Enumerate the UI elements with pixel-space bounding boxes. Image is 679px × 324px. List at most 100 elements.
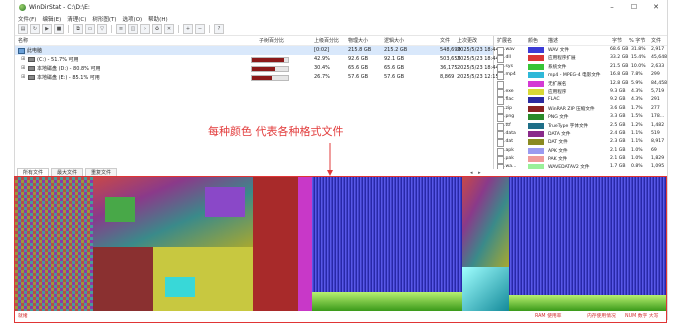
ext-cell-percent: 5.9%: [631, 80, 643, 86]
ext-row[interactable]: .png PNG 文件 3.3 GB 1.5% 178...: [494, 113, 667, 123]
expand-toggle-icon[interactable]: ⊞: [21, 65, 25, 71]
toolbar-separator: [178, 25, 179, 33]
ext-cell-files: 519: [651, 130, 660, 136]
ext-color-swatch: [528, 114, 544, 121]
ext-cell-desc: 应用程序扩展: [548, 56, 576, 62]
col-bytes-percent[interactable]: % 字节: [629, 37, 645, 44]
treemap-block-e-green: [509, 295, 667, 311]
menu-edit[interactable]: 编辑(E): [42, 15, 61, 23]
tree-cell-percent: 26.7%: [314, 74, 330, 80]
ext-row[interactable]: .wav WAV 文件 68.6 GB 31.8% 2,917: [494, 46, 667, 55]
menu-bar: 文件(F) 编辑(E) 清理(C) 树形图(T) 选项(O) 帮助(H): [15, 14, 667, 23]
stop-icon[interactable]: ■: [54, 24, 64, 34]
menu-options[interactable]: 选项(O): [123, 15, 143, 23]
subtree-percent-bar-fill: [252, 67, 275, 71]
col-modified[interactable]: 上次更改: [457, 37, 477, 44]
col-name[interactable]: 名称: [18, 37, 28, 44]
ext-cell-desc: WinRAR ZIP 压缩文件: [548, 106, 595, 112]
col-percent[interactable]: 上级百分比: [314, 37, 339, 44]
tree-row-label: 本地磁盘 (E:) - 85.1% 可用: [28, 74, 100, 81]
status-keys: NUM 数字 大写: [625, 314, 659, 319]
treemap[interactable]: [15, 177, 667, 311]
tree-cell-modified: 2025/5/23 18:44: [457, 56, 499, 62]
col-logical[interactable]: 逻辑大小: [384, 37, 404, 44]
tab-largest-files[interactable]: 最大文件: [51, 168, 84, 177]
ext-row[interactable]: .dat DAT 文件 2.3 GB 1.1% 8,917: [494, 138, 667, 148]
col-files[interactable]: 文件: [440, 37, 450, 44]
play-icon[interactable]: ▶: [42, 24, 52, 34]
ext-cell-ext: .png: [504, 114, 515, 120]
zoom-in-icon[interactable]: +: [183, 24, 193, 34]
tree-row[interactable]: ⊞ 本地磁盘 (D:) - 80.8% 可用 30.4% 65.6 GB 65.6 GB…: [15, 64, 499, 73]
tree-cell-logical: 92.1 GB: [384, 56, 405, 62]
tree-cell-percent: [0:02]: [314, 47, 330, 53]
ext-row[interactable]: .data DATA 文件 2.4 GB 1.1% 519: [494, 130, 667, 139]
refresh-icon[interactable]: ↻: [30, 24, 40, 34]
tree-cell-logical: 57.6 GB: [384, 74, 405, 80]
close-button[interactable]: ✕: [645, 3, 667, 11]
tree-row[interactable]: ⊞ 本地磁盘 (E:) - 85.1% 可用 26.7% 57.6 GB 57.6 GB…: [15, 73, 499, 82]
folder-icon[interactable]: ▭: [85, 24, 95, 34]
col-physical[interactable]: 物理大小: [348, 37, 368, 44]
ext-cell-desc: FLAC: [548, 97, 560, 103]
ext-cell-files: 8,917: [651, 139, 665, 145]
ext-row[interactable]: .flac FLAC 9.2 GB 4.3% 291: [494, 96, 667, 106]
copy-icon[interactable]: ⧉: [73, 24, 83, 34]
expand-toggle-icon[interactable]: ⊞: [21, 74, 25, 80]
ext-cell-percent: 0.8%: [631, 164, 643, 169]
col-ext[interactable]: 扩展名: [497, 37, 512, 44]
ext-cell-desc: DAT 文件: [548, 140, 568, 146]
ext-row[interactable]: .ttf TrueType 字体文件 2.5 GB 1.2% 1,482: [494, 122, 667, 131]
ext-cell-bytes: 21.5 GB: [610, 63, 629, 69]
ext-row[interactable]: .zip WinRAR ZIP 压缩文件 3.6 GB 1.7% 277: [494, 105, 667, 114]
tree-row[interactable]: 此电脑 [0:02] 215.8 GB 215.2 GB 548,699 2025/5/2…: [15, 46, 499, 55]
ext-row[interactable]: .dll 应用程序扩展 33.2 GB 15.4% 45,648: [494, 54, 667, 64]
tab-all-files[interactable]: 所有文件: [17, 168, 50, 177]
menu-cleanup[interactable]: 清理(C): [67, 15, 86, 23]
ext-row[interactable]: .exe 应用程序 9.3 GB 4.3% 5,719: [494, 88, 667, 97]
ext-row[interactable]: .wa... WAVEDATAV2 文件 1.7 GB 0.8% 1,095: [494, 163, 667, 169]
explorer-icon[interactable]: ◫: [128, 24, 138, 34]
ext-row[interactable]: .pak PAK 文件 2.1 GB 1.0% 1,829: [494, 155, 667, 165]
delete-icon[interactable]: ✕: [164, 24, 174, 34]
ext-cell-desc: DATA 文件: [548, 131, 571, 137]
tree-cell-logical: 65.6 GB: [384, 65, 405, 71]
tab-scroll-arrows[interactable]: ◂ ▸: [470, 170, 483, 176]
ext-cell-files: 1,482: [651, 122, 665, 128]
maximize-button[interactable]: ☐: [623, 3, 645, 11]
ext-cell-percent: 15.4%: [631, 55, 646, 61]
ext-cell-files: 1,095: [651, 164, 665, 169]
ext-cell-desc: PAK 文件: [548, 157, 568, 163]
cmd-icon[interactable]: ›: [140, 24, 150, 34]
minimize-button[interactable]: –: [601, 3, 623, 11]
expand-toggle-icon[interactable]: ⊞: [21, 56, 25, 62]
menu-treemap[interactable]: 树形图(T): [92, 15, 116, 23]
tree-row[interactable]: ⊞ (C:) - 51.7% 可用 42.9% 92.6 GB 92.1 GB 503,6…: [15, 55, 499, 64]
menu-file[interactable]: 文件(F): [18, 15, 36, 23]
treemap-block-d-green: [312, 292, 462, 311]
zoom-out-icon[interactable]: −: [195, 24, 205, 34]
app-window: WinDirStat - C:\D:\E: – ☐ ✕ 文件(F) 编辑(E) …: [14, 0, 668, 320]
ext-cell-desc: 无扩展名: [548, 81, 567, 87]
menu-help[interactable]: 帮助(H): [148, 15, 167, 23]
ext-cell-percent: 1.1%: [631, 139, 643, 145]
col-bytes[interactable]: 字节: [612, 37, 622, 44]
ext-row[interactable]: .mp4 mp4 - MPEG-4 电影文件 16.8 GB 7.8% 299: [494, 71, 667, 81]
ext-row[interactable]: .apk APK 文件 2.1 GB 1.0% 69: [494, 147, 667, 156]
toolbar-separator: [209, 25, 210, 33]
ext-cell-percent: 1.0%: [631, 147, 643, 153]
filter-icon[interactable]: ▽: [97, 24, 107, 34]
help-icon[interactable]: ?: [214, 24, 224, 34]
col-desc[interactable]: 描述: [548, 37, 558, 44]
ext-row[interactable]: 无扩展名 12.8 GB 5.9% 84,458: [494, 80, 667, 89]
ext-row[interactable]: .sys 系统文件 21.5 GB 10.0% 2,633: [494, 63, 667, 72]
col-color[interactable]: 颜色: [528, 37, 538, 44]
ext-cell-desc: 系统文件: [548, 64, 567, 70]
col-ext-files[interactable]: 文件: [651, 37, 661, 44]
tab-duplicate-files[interactable]: 重复文件: [85, 168, 118, 177]
properties-icon[interactable]: ≡: [116, 24, 126, 34]
ext-cell-desc: mp4 - MPEG-4 电影文件: [548, 73, 601, 79]
recycle-icon[interactable]: ♻: [152, 24, 162, 34]
open-folder-icon[interactable]: ▤: [18, 24, 28, 34]
col-subtree-percent[interactable]: 子树百分比: [259, 37, 284, 44]
